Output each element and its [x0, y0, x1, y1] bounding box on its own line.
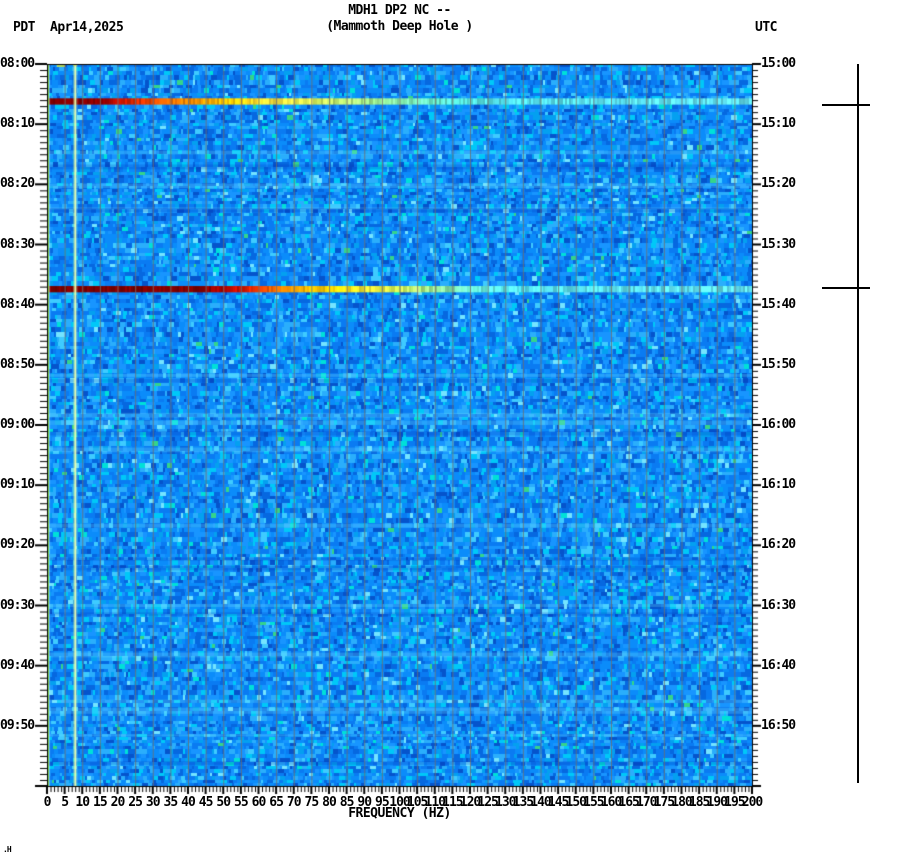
left-timezone-label: PDT	[13, 20, 35, 35]
event-time-marker-2	[822, 287, 870, 289]
station-title: MDH1 DP2 NC --	[47, 3, 752, 18]
event-time-marker-1	[822, 104, 870, 106]
right-timezone-label: UTC	[755, 20, 777, 35]
spectrogram-page: MDH1 DP2 NC -- (Mammoth Deep Hole ) PDT …	[0, 0, 902, 864]
utc-scalebar-line	[857, 64, 859, 783]
spectrogram-canvas	[0, 0, 902, 864]
station-subtitle: (Mammoth Deep Hole )	[47, 19, 752, 34]
corner-artifact-text: .H	[3, 845, 11, 854]
date-label: Apr14,2025	[50, 20, 123, 35]
x-axis-title: FREQUENCY (HZ)	[47, 806, 752, 821]
